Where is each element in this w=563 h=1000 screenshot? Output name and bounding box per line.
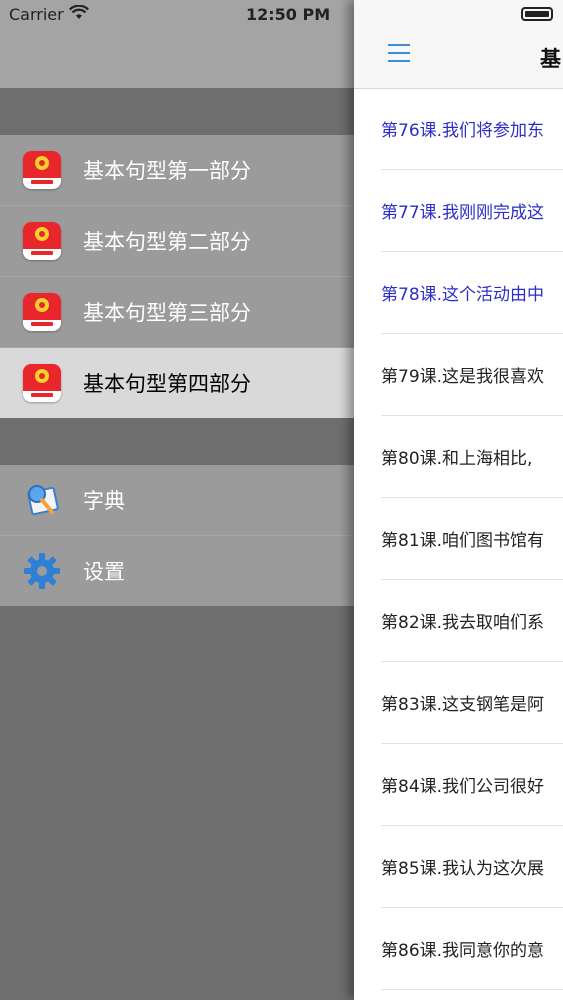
list-item[interactable]: 第76课.我们将参加东 xyxy=(381,88,563,170)
lesson-title: 第79课.这是我很喜欢 xyxy=(381,367,545,387)
clock: 12:50 PM xyxy=(246,5,331,24)
dictionary-icon xyxy=(22,480,62,520)
lesson-title: 第84课.我们公司很好 xyxy=(381,777,545,797)
lesson-title: 第86课.我同意你的意 xyxy=(381,941,545,961)
list-item[interactable]: 第84课.我们公司很好 xyxy=(381,744,563,826)
main-panel: 基 第76课.我们将参加东 第77课.我刚刚完成这 第78课.这个活动由中 第7… xyxy=(354,0,563,1000)
lesson-title: 第80课.和上海相比, xyxy=(381,449,533,469)
lesson-title: 第77课.我刚刚完成这 xyxy=(381,203,545,223)
list-item[interactable]: 第79课.这是我很喜欢 xyxy=(381,334,563,416)
list-item[interactable]: 第82课.我去取咱们系 xyxy=(381,580,563,662)
status-bar: Carrier 12:50 PM xyxy=(0,0,563,30)
sidebar-item-label: 设置 xyxy=(83,560,125,584)
sidebar-item-part-3[interactable]: 基本句型第三部分 xyxy=(0,277,355,348)
sidebar-item-settings[interactable]: 设置 xyxy=(0,536,355,606)
sidebar-item-part-1[interactable]: 基本句型第一部分 xyxy=(0,135,355,206)
sidebar-item-label: 字典 xyxy=(83,489,125,513)
lesson-title: 第76课.我们将参加东 xyxy=(381,121,545,141)
lesson-title: 第85课.我认为这次展 xyxy=(381,859,545,879)
lesson-title: 第83课.这支钢笔是阿 xyxy=(381,695,545,715)
sidebar-item-label: 基本句型第二部分 xyxy=(83,230,251,254)
page-title: 基 xyxy=(540,47,561,71)
list-item[interactable]: 第83课.这支钢笔是阿 xyxy=(381,662,563,744)
list-item[interactable]: 第80课.和上海相比, xyxy=(381,416,563,498)
list-item[interactable]: 第85课.我认为这次展 xyxy=(381,826,563,908)
lesson-title: 第81课.咱们图书馆有 xyxy=(381,531,545,551)
sidebar-item-dictionary[interactable]: 字典 xyxy=(0,465,355,536)
book-icon xyxy=(22,363,62,403)
carrier-label: Carrier xyxy=(9,5,64,24)
book-icon xyxy=(22,150,62,190)
list-item[interactable]: 第86课.我同意你的意 xyxy=(381,908,563,990)
lesson-title: 第78课.这个活动由中 xyxy=(381,285,545,305)
sidebar-item-part-4[interactable]: 基本句型第四部分 xyxy=(0,348,355,418)
list-item[interactable]: 第81课.咱们图书馆有 xyxy=(381,498,563,580)
list-item[interactable]: 第78课.这个活动由中 xyxy=(381,252,563,334)
lesson-sections: 基本句型第一部分 基本句型第二部分 基本句型第三部分 基本句型第四部分 xyxy=(0,135,355,418)
lesson-list: 第76课.我们将参加东 第77课.我刚刚完成这 第78课.这个活动由中 第79课… xyxy=(354,88,563,990)
side-drawer: 基本句型第一部分 基本句型第二部分 基本句型第三部分 基本句型第四部分 字典 设… xyxy=(0,0,355,1000)
sidebar-item-label: 基本句型第三部分 xyxy=(83,301,251,325)
lesson-title: 第82课.我去取咱们系 xyxy=(381,613,545,633)
tool-sections: 字典 设置 xyxy=(0,465,355,606)
book-icon xyxy=(22,221,62,261)
list-item[interactable]: 第77课.我刚刚完成这 xyxy=(381,170,563,252)
gear-icon xyxy=(22,551,62,591)
battery-icon xyxy=(521,7,553,21)
book-icon xyxy=(22,292,62,332)
sidebar-item-label: 基本句型第四部分 xyxy=(83,372,251,396)
hamburger-menu-icon[interactable] xyxy=(388,44,410,64)
sidebar-item-label: 基本句型第一部分 xyxy=(83,159,251,183)
wifi-icon xyxy=(69,5,89,19)
sidebar-item-part-2[interactable]: 基本句型第二部分 xyxy=(0,206,355,277)
